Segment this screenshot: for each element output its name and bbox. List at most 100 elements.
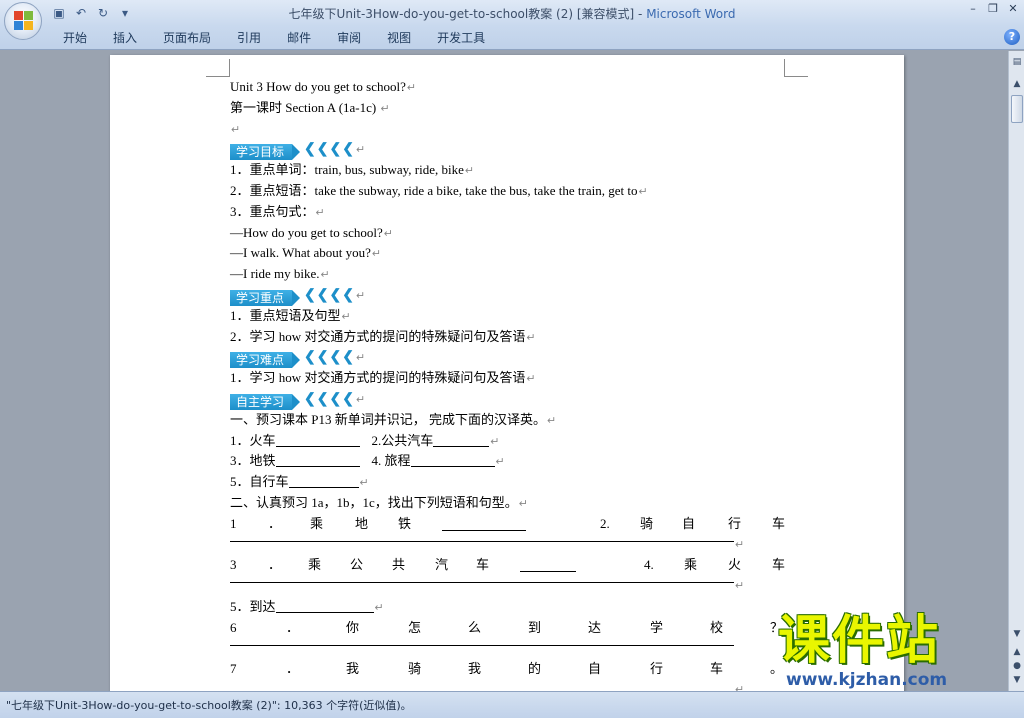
exercise-label: 4. 旅程 bbox=[371, 453, 411, 469]
question-char: 行 bbox=[650, 661, 664, 677]
exercise-label: 2.公共汽车 bbox=[371, 432, 434, 448]
paragraph-mark-icon: ↵ bbox=[374, 601, 384, 614]
paragraph-mark-icon: ↵ bbox=[383, 227, 393, 240]
answer-line[interactable] bbox=[230, 582, 734, 584]
list-item-text: —I ride my bike. bbox=[230, 266, 320, 282]
tab-developer[interactable]: 开发工具 bbox=[424, 29, 498, 47]
answer-line[interactable] bbox=[230, 644, 734, 646]
question-char: 车 bbox=[476, 557, 490, 573]
paragraph-mark-icon: ↵ bbox=[359, 477, 369, 490]
exercise-title-text: 一、预习课本 P13 新单词并识记， 完成下面的汉译英。 bbox=[230, 411, 546, 427]
office-button[interactable] bbox=[4, 2, 42, 40]
minimize-icon[interactable]: – bbox=[966, 2, 980, 16]
tab-view[interactable]: 视图 bbox=[374, 29, 424, 47]
status-text: "七年级下Unit-3How-do-you-get-to-school教案 (2… bbox=[6, 699, 412, 712]
answer-blank[interactable] bbox=[410, 453, 495, 468]
paragraph-mark-icon: ↵ bbox=[355, 289, 366, 302]
question-char: 乘 bbox=[684, 557, 698, 573]
restore-icon[interactable]: ❐ bbox=[986, 2, 1000, 16]
chevrons-icon: ❮❮❮❮ bbox=[304, 349, 355, 365]
title-bar: ▣ ↶ ↻ ▾ 七年级下Unit-3How-do-you-get-to-scho… bbox=[0, 0, 1024, 26]
answer-blank[interactable] bbox=[520, 558, 576, 573]
scrollbar-thumb[interactable] bbox=[1011, 95, 1023, 123]
tab-page-layout[interactable]: 页面布局 bbox=[150, 29, 224, 47]
question-char: 达 bbox=[588, 619, 602, 635]
answer-line-row: ↵ bbox=[230, 680, 790, 691]
tab-home[interactable]: 开始 bbox=[50, 29, 100, 47]
list-item-text: 1．重点短语及句型 bbox=[230, 307, 341, 323]
paragraph-mark-icon: ↵ bbox=[546, 414, 557, 427]
question-char: 校 bbox=[710, 619, 724, 635]
section-header-self-study: 自主学习 ❮❮❮❮↵ bbox=[230, 389, 790, 410]
answer-blank[interactable] bbox=[288, 474, 359, 489]
window-title: 七年级下Unit-3How-do-you-get-to-school教案 (2)… bbox=[0, 5, 1024, 22]
exercise-row: 7 ． 我 骑 我 的 自 行 车 。 bbox=[230, 659, 790, 680]
chevrons-icon: ❮❮❮❮ bbox=[304, 142, 355, 157]
question-char: 我 bbox=[346, 661, 360, 677]
doc-title-line: Unit 3 How do you get to school?↵ bbox=[230, 77, 790, 98]
window-controls: – ❐ ✕ bbox=[966, 2, 1020, 16]
list-item: 2．学习 how 对交通方式的提问的特殊疑问句及答语↵ bbox=[230, 327, 790, 348]
section-badge-label: 学习目标 bbox=[230, 144, 301, 161]
exercise-label: 5．到达 bbox=[230, 598, 276, 614]
question-char: 火 bbox=[728, 557, 742, 573]
list-item: 1．重点单词：train, bus, subway, ride, bike↵ bbox=[230, 160, 790, 181]
exercise-row: 5．自行车 ↵ bbox=[230, 472, 790, 493]
doc-subtitle: 第一课时 Section A (1a-1c) bbox=[230, 99, 377, 115]
question-char: 怎 bbox=[408, 619, 422, 635]
list-item-text: 1．学习 how 对交通方式的提问的特殊疑问句及答语 bbox=[230, 370, 526, 386]
exercise-row: 1．火车 2.公共汽车 ↵ bbox=[230, 431, 790, 452]
paragraph-mark-icon: ↵ bbox=[490, 435, 500, 448]
question-char: 公 bbox=[350, 557, 364, 573]
split-window-icon[interactable]: ▤ bbox=[1010, 55, 1024, 69]
scroll-up-icon[interactable]: ▲ bbox=[1010, 77, 1024, 91]
paragraph-mark-icon: ↵ bbox=[355, 393, 366, 406]
answer-blank[interactable] bbox=[442, 517, 526, 531]
answer-line[interactable] bbox=[230, 540, 734, 542]
question-number: 3 bbox=[230, 557, 237, 573]
section-header-key-points: 学习重点 ❮❮❮❮↵ bbox=[230, 285, 790, 306]
chevrons-icon: ❮❮❮❮ bbox=[304, 287, 355, 303]
question-number: 6 bbox=[230, 619, 237, 635]
answer-line-row: ↵ bbox=[230, 576, 790, 597]
section-header-goals: 学习目标 ❮❮❮❮↵ bbox=[230, 139, 790, 161]
list-item-text: —I walk. What about you? bbox=[230, 245, 371, 261]
list-item: —I ride my bike.↵ bbox=[230, 264, 790, 285]
document-body[interactable]: Unit 3 How do you get to school?↵ 第一课时 S… bbox=[230, 77, 790, 691]
help-icon[interactable]: ? bbox=[1004, 29, 1020, 45]
answer-blank[interactable] bbox=[275, 453, 360, 468]
question-char: ． bbox=[268, 557, 282, 573]
question-char: 地 bbox=[355, 515, 369, 531]
section-badge-label: 学习重点 bbox=[230, 289, 301, 306]
paragraph-mark-icon: ↵ bbox=[464, 165, 475, 178]
list-item: —How do you get to school?↵ bbox=[230, 223, 790, 244]
list-item-text: 3．重点句式： bbox=[230, 203, 315, 219]
document-workspace: Unit 3 How do you get to school?↵ 第一课时 S… bbox=[0, 51, 1008, 691]
tab-references[interactable]: 引用 bbox=[224, 29, 274, 47]
vertical-scrollbar[interactable]: ▤ ▲ ▼ ▲ ● ▼ bbox=[1008, 51, 1024, 691]
answer-blank[interactable] bbox=[433, 433, 490, 447]
question-char: 么 bbox=[468, 619, 482, 635]
doc-subtitle-line: 第一课时 Section A (1a-1c) ↵ bbox=[230, 98, 790, 119]
answer-blank[interactable] bbox=[275, 599, 374, 613]
answer-blank[interactable] bbox=[275, 433, 360, 447]
close-icon[interactable]: ✕ bbox=[1006, 2, 1020, 16]
site-watermark: 课件站 www.kjzhan.com bbox=[778, 612, 1014, 690]
question-char: ． bbox=[268, 515, 282, 531]
tab-mailings[interactable]: 邮件 bbox=[274, 29, 324, 47]
document-page[interactable]: Unit 3 How do you get to school?↵ 第一课时 S… bbox=[110, 55, 904, 691]
exercise-label: 5．自行车 bbox=[230, 474, 289, 490]
question-char: 骑 bbox=[408, 661, 422, 677]
paragraph-mark-icon: ↵ bbox=[355, 352, 366, 365]
question-char: ． bbox=[286, 619, 300, 635]
paragraph-mark-icon: ↵ bbox=[735, 684, 745, 691]
watermark-url: www.kjzhan.com bbox=[786, 670, 948, 690]
question-char: 乘 bbox=[310, 515, 324, 531]
list-item: —I walk. What about you?↵ bbox=[230, 243, 790, 264]
tab-review[interactable]: 审阅 bbox=[324, 29, 374, 47]
chevrons-icon: ❮❮❮❮ bbox=[304, 391, 355, 407]
tab-insert[interactable]: 插入 bbox=[100, 29, 150, 47]
answer-line-row bbox=[230, 639, 790, 660]
question-number: 4. bbox=[644, 557, 654, 573]
status-bar: "七年级下Unit-3How-do-you-get-to-school教案 (2… bbox=[0, 691, 1024, 718]
